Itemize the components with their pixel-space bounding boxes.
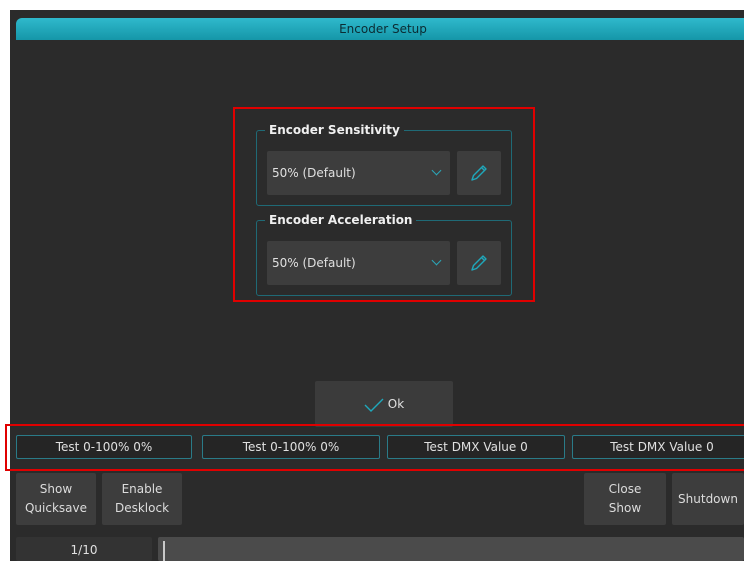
page-scrollbar[interactable] — [158, 537, 744, 561]
settings-highlight-box — [233, 107, 535, 302]
show-quicksave-line1: Show — [39, 482, 73, 496]
scroll-thumb[interactable] — [163, 541, 165, 561]
screen: Encoder Setup Encoder Sensitivity 50% (D… — [0, 0, 744, 561]
close-show-button[interactable]: Close Show — [584, 473, 666, 525]
show-quicksave-button[interactable]: Show Quicksave — [16, 473, 96, 525]
page-indicator[interactable]: 1/10 — [16, 537, 152, 561]
dialog-title: Encoder Setup — [16, 18, 744, 40]
show-quicksave-line2: Quicksave — [24, 501, 88, 515]
enable-desklock-line1: Enable — [121, 482, 163, 496]
shutdown-label: Shutdown — [678, 492, 738, 506]
ok-label: Ok — [387, 397, 405, 411]
enable-desklock-line2: Desklock — [114, 501, 170, 515]
shutdown-button[interactable]: Shutdown — [672, 473, 744, 525]
close-show-line1: Close — [608, 482, 642, 496]
ok-button[interactable]: Ok — [315, 381, 453, 427]
checkmark-icon — [364, 398, 384, 412]
enable-desklock-button[interactable]: Enable Desklock — [102, 473, 182, 525]
test-bar-highlight-box — [5, 424, 744, 471]
close-show-line2: Show — [608, 501, 642, 515]
